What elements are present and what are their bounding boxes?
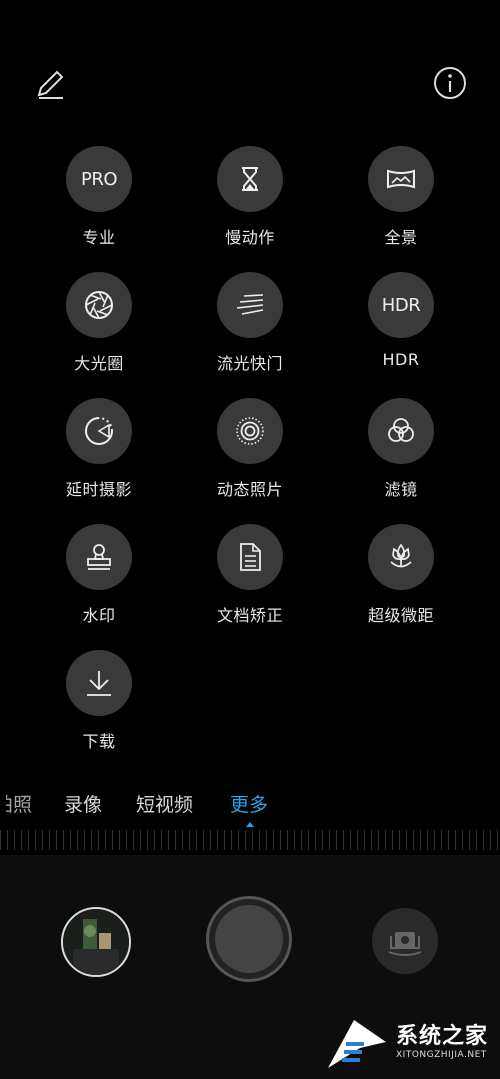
mode-timelapse[interactable]: 延时摄影: [24, 398, 174, 500]
mode-document-scan[interactable]: 文档矫正: [175, 524, 325, 626]
tab-more[interactable]: 更多: [230, 790, 268, 817]
tab-video[interactable]: 录像: [64, 790, 102, 817]
mode-moving-picture[interactable]: 动态照片: [175, 398, 325, 500]
info-icon[interactable]: [430, 63, 470, 103]
watermark-url: XITONGZHIJIA.NET: [396, 1050, 487, 1060]
mode-aperture[interactable]: 大光圈: [24, 272, 174, 374]
site-watermark: 系统之家 XITONGZHIJIA.NET: [318, 1010, 498, 1076]
mode-tabs: 拍照 录像 短视频 更多: [0, 790, 500, 824]
mode-label: 专业: [82, 228, 116, 247]
light-trail-icon: [217, 272, 283, 338]
mode-label: 水印: [82, 606, 116, 625]
flower-macro-icon: [368, 524, 434, 590]
mode-panorama[interactable]: 全景: [326, 146, 476, 248]
shutter-inner: [215, 905, 283, 973]
download-icon: [66, 650, 132, 716]
mode-download[interactable]: 下载: [24, 650, 174, 752]
edit-icon[interactable]: [30, 64, 70, 104]
mode-label: 文档矫正: [216, 606, 283, 625]
mode-hdr[interactable]: HDR HDR: [326, 272, 476, 369]
timelapse-icon: [66, 398, 132, 464]
watermark-title: 系统之家: [396, 1024, 489, 1049]
moving-picture-icon: [217, 398, 283, 464]
tab-photo[interactable]: 拍照: [6, 790, 32, 817]
mode-label: 超级微距: [367, 606, 434, 625]
mode-scroll-ruler[interactable]: [0, 830, 500, 850]
mode-label: 流光快门: [216, 354, 283, 373]
mode-label: 延时摄影: [65, 480, 132, 499]
pro-text-icon: PRO: [66, 146, 132, 212]
mode-label: 下载: [82, 732, 116, 751]
mode-watermark[interactable]: 水印: [24, 524, 174, 626]
switch-camera-icon[interactable]: [372, 908, 438, 974]
mode-label: 动态照片: [216, 480, 283, 499]
mode-filter[interactable]: 滤镜: [326, 398, 476, 500]
mode-label: 滤镜: [384, 480, 418, 499]
aperture-icon: [66, 272, 132, 338]
stamp-icon: [66, 524, 132, 590]
mode-super-macro[interactable]: 超级微距: [326, 524, 476, 626]
mode-label: HDR: [382, 350, 420, 369]
tab-short-video[interactable]: 短视频: [136, 790, 193, 817]
gallery-thumbnail[interactable]: [61, 907, 131, 977]
panorama-icon: [368, 146, 434, 212]
hdr-text-icon: HDR: [368, 272, 434, 338]
hourglass-icon: [217, 146, 283, 212]
document-icon: [217, 524, 283, 590]
mode-label: 慢动作: [225, 228, 275, 247]
mode-light-painting[interactable]: 流光快门: [175, 272, 325, 374]
filter-icon: [368, 398, 434, 464]
active-tab-indicator: [246, 822, 254, 827]
shutter-button[interactable]: [206, 896, 292, 982]
mode-pro[interactable]: PRO 专业: [24, 146, 174, 248]
mode-label: 全景: [384, 228, 418, 247]
mode-slow-motion[interactable]: 慢动作: [175, 146, 325, 248]
watermark-logo-icon: [328, 1020, 386, 1068]
mode-label: 大光圈: [74, 354, 124, 373]
